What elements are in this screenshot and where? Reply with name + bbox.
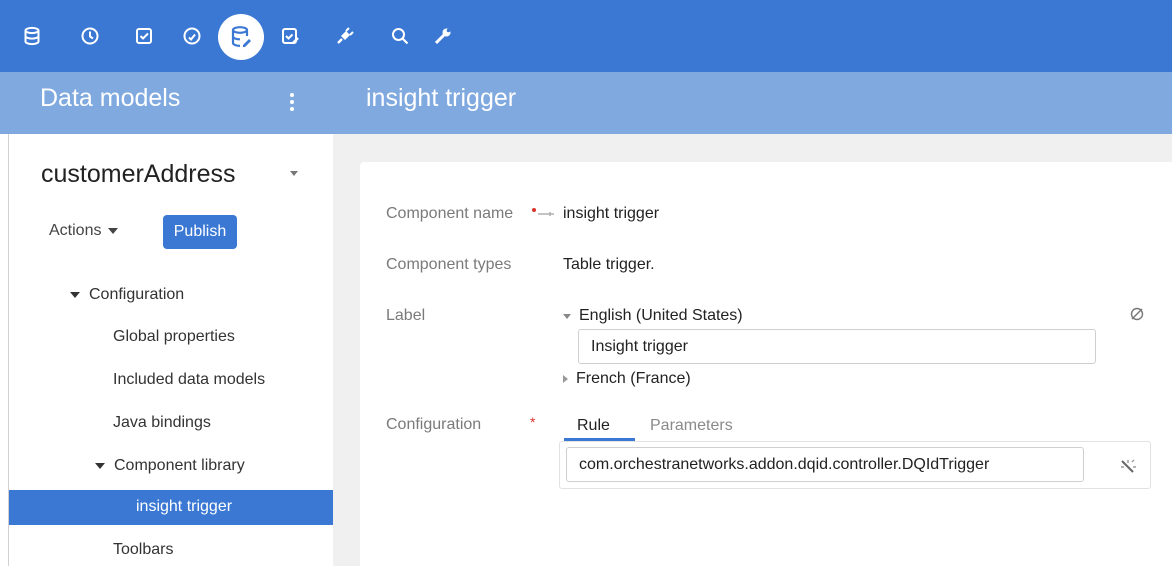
component-types-value: Table trigger. bbox=[563, 256, 655, 273]
set-null-icon[interactable] bbox=[1129, 306, 1145, 322]
required-key-icon bbox=[532, 208, 554, 216]
header-bar: Data models insight trigger bbox=[0, 72, 1172, 134]
expand-arrow-icon bbox=[95, 463, 105, 469]
english-toggle[interactable]: English (United States) bbox=[563, 307, 743, 325]
required-marker: * bbox=[530, 414, 536, 430]
tree-item-java-bindings[interactable]: Java bindings bbox=[113, 414, 211, 432]
edit-check-icon[interactable] bbox=[274, 20, 306, 52]
wizard-icon[interactable] bbox=[1119, 458, 1137, 474]
sidebar: customerAddress Actions Publish Configur… bbox=[0, 134, 333, 566]
configuration-label: Configuration bbox=[386, 416, 482, 433]
component-types-label: Component types bbox=[386, 256, 512, 273]
actions-menu-button[interactable]: Actions bbox=[49, 222, 119, 240]
expand-arrow-icon bbox=[563, 375, 568, 383]
checkbox-icon[interactable] bbox=[128, 20, 160, 52]
data-model-name: customerAddress bbox=[41, 160, 236, 188]
french-toggle[interactable]: French (France) bbox=[563, 370, 691, 388]
component-name-label: Component name bbox=[386, 205, 514, 222]
collapse-arrow-icon bbox=[563, 313, 571, 319]
search-icon[interactable] bbox=[384, 20, 416, 52]
tree-item-configuration[interactable]: Configuration bbox=[70, 286, 184, 304]
tree-item-included-data-models[interactable]: Included data models bbox=[113, 371, 265, 389]
rule-class-input[interactable]: com.orchestranetworks.addon.dqid.control… bbox=[566, 447, 1084, 482]
tree-item-component-library[interactable]: Component library bbox=[95, 457, 245, 475]
clock-icon[interactable] bbox=[74, 20, 106, 52]
tab-rule[interactable]: Rule bbox=[577, 417, 610, 435]
expand-arrow-icon bbox=[70, 292, 80, 298]
publish-button[interactable]: Publish bbox=[163, 215, 237, 249]
tree-item-label: Configuration bbox=[89, 286, 185, 303]
more-options-icon[interactable] bbox=[283, 86, 301, 118]
language-label: French (France) bbox=[576, 370, 691, 387]
english-label-input[interactable]: Insight trigger bbox=[578, 329, 1096, 364]
top-toolbar bbox=[0, 0, 1172, 72]
page-title: insight trigger bbox=[366, 84, 517, 112]
actions-label: Actions bbox=[49, 222, 102, 239]
gauge-icon[interactable] bbox=[176, 20, 208, 52]
tree-item-label: insight trigger bbox=[136, 498, 233, 515]
plug-icon[interactable] bbox=[329, 20, 361, 52]
wrench-icon[interactable] bbox=[427, 20, 459, 52]
data-model-icon[interactable] bbox=[218, 14, 264, 60]
model-dropdown-icon[interactable] bbox=[290, 171, 298, 176]
language-label: English (United States) bbox=[579, 307, 743, 324]
tree-item-toolbars[interactable]: Toolbars bbox=[113, 541, 173, 559]
section-title: Data models bbox=[40, 84, 181, 112]
database-icon[interactable] bbox=[16, 20, 48, 52]
component-name-value: insight trigger bbox=[563, 205, 660, 222]
tab-parameters[interactable]: Parameters bbox=[650, 417, 733, 435]
tree-item-global-properties[interactable]: Global properties bbox=[113, 328, 235, 346]
tree-item-label: Component library bbox=[114, 457, 245, 474]
caret-down-icon bbox=[108, 228, 119, 234]
tree-item-insight-trigger[interactable]: insight trigger bbox=[9, 490, 333, 525]
label-field-label: Label bbox=[386, 307, 426, 324]
